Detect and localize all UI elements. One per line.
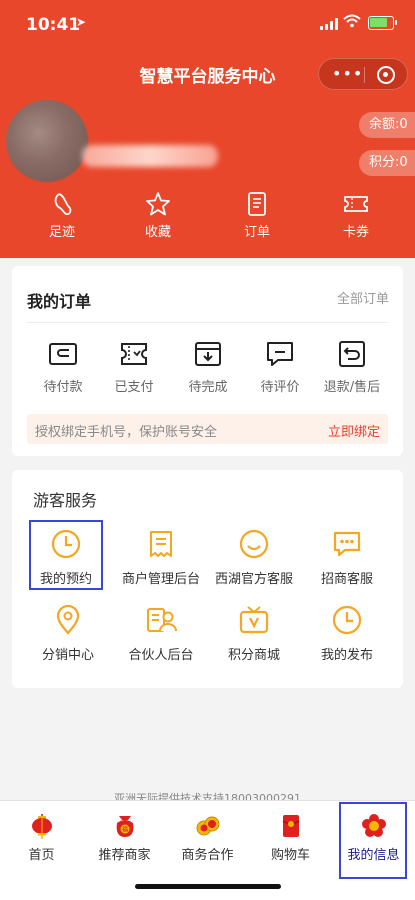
status-time: 10:41 <box>26 15 81 35</box>
coins-icon <box>196 816 219 836</box>
red-envelope-icon <box>282 815 299 837</box>
capsule-divider <box>364 67 365 83</box>
location-arrow-icon: ➤ <box>76 15 87 29</box>
receipt-icon <box>150 531 172 557</box>
quick-link-label: 足迹 <box>48 225 75 240</box>
service-label: 我的发布 <box>320 648 373 663</box>
username-blurred <box>82 145 218 167</box>
quick-link-favorites[interactable]: 收藏 <box>128 190 188 240</box>
svg-text:福: 福 <box>121 826 127 834</box>
avatar[interactable] <box>6 100 88 182</box>
quick-link-label: 订单 <box>243 225 270 240</box>
partner-icon <box>147 608 177 632</box>
tv-shop-icon <box>239 606 269 634</box>
service-partner-admin[interactable]: 合伙人后台 <box>113 604 209 663</box>
return-icon <box>339 341 365 367</box>
service-label: 合伙人后台 <box>128 648 194 663</box>
service-my-booking[interactable]: 我的预约 <box>18 528 114 587</box>
status-bar: 10:41 ➤ <box>0 0 415 48</box>
tab-home[interactable]: 首页 <box>0 813 83 863</box>
tab-business-cooperation[interactable]: 商务合作 <box>166 813 249 863</box>
lantern-icon <box>31 814 52 839</box>
lucky-bag-icon: 福 <box>116 816 133 837</box>
services-title: 游客服务 <box>33 491 98 510</box>
tab-recommended-merchants[interactable]: 福 推荐商家 <box>83 813 166 863</box>
ticket-icon <box>344 196 368 212</box>
bind-phone-banner: 授权绑定手机号，保护账号安全 立即绑定 <box>27 414 388 444</box>
points-badge[interactable]: 积分:0 <box>359 150 415 176</box>
profile-header: 10:41 ➤ 智慧平台服务中心 ••• 余额:0 积分:0 足迹 收藏 订单 … <box>0 0 415 258</box>
order-icon <box>248 192 266 216</box>
clock-icon <box>51 529 81 559</box>
order-status-label: 已支付 <box>114 380 154 395</box>
service-label: 西湖官方客服 <box>214 572 293 587</box>
tab-label: 商务合作 <box>181 848 234 863</box>
quick-link-label: 卡券 <box>342 225 369 240</box>
order-status-label: 待付款 <box>43 380 83 395</box>
order-status-label: 待评价 <box>260 380 300 395</box>
quick-link-orders[interactable]: 订单 <box>227 190 287 240</box>
service-investment-support[interactable]: 招商客服 <box>299 528 395 587</box>
orders-title: 我的订单 <box>27 292 92 311</box>
service-label: 我的预约 <box>39 572 92 587</box>
service-my-posts[interactable]: 我的发布 <box>299 604 395 663</box>
service-points-mall[interactable]: 积分商城 <box>206 604 302 663</box>
miniapp-capsule[interactable]: ••• <box>318 58 408 90</box>
footprint-icon <box>54 193 72 216</box>
star-icon <box>146 192 170 216</box>
wifi-icon <box>343 14 361 28</box>
service-label: 商户管理后台 <box>121 572 200 587</box>
order-status-label: 待完成 <box>188 380 228 395</box>
service-merchant-admin[interactable]: 商户管理后台 <box>113 528 209 587</box>
signal-icon <box>320 18 338 30</box>
highlight-box <box>339 802 407 879</box>
all-orders-link[interactable]: 全部订单 <box>337 288 389 307</box>
divider <box>27 322 388 323</box>
order-status-label: 退款/售后 <box>323 380 381 395</box>
clock-icon <box>332 605 362 635</box>
order-status-to-review[interactable]: 待评价 <box>244 338 316 395</box>
visitor-services-card: 游客服务 我的预约 商户管理后台 西湖官方客服 招商客服 分销中心 合伙人后台 … <box>12 470 403 688</box>
home-indicator <box>135 884 281 889</box>
order-status-paid[interactable]: 已支付 <box>98 338 170 395</box>
order-status-to-complete[interactable]: 待完成 <box>172 338 244 395</box>
smile-icon <box>239 529 269 559</box>
wallet-icon <box>49 343 77 365</box>
service-distribution-center[interactable]: 分销中心 <box>20 604 116 663</box>
more-dots-icon[interactable]: ••• <box>332 66 363 82</box>
balance-badge[interactable]: 余额:0 <box>359 112 415 138</box>
close-target-icon[interactable] <box>377 66 395 84</box>
service-label: 积分商城 <box>227 648 280 663</box>
service-westlake-support[interactable]: 西湖官方客服 <box>206 528 302 587</box>
quick-link-label: 收藏 <box>144 225 171 240</box>
order-status-refund[interactable]: 退款/售后 <box>316 338 388 395</box>
quick-link-footprint[interactable]: 足迹 <box>32 190 92 240</box>
bind-phone-tip: 授权绑定手机号，保护账号安全 <box>35 425 218 440</box>
service-label: 招商客服 <box>320 572 373 587</box>
battery-icon <box>368 16 397 30</box>
orders-card: 我的订单 全部订单 待付款 已支付 待完成 待评价 退款/售后 授权绑定手机号，… <box>12 266 403 456</box>
tab-label: 推荐商家 <box>98 848 151 863</box>
download-box-icon <box>195 342 221 366</box>
quick-link-coupons[interactable]: 卡券 <box>326 190 386 240</box>
order-status-pending-payment[interactable]: 待付款 <box>27 338 99 395</box>
paid-ticket-icon <box>121 343 147 365</box>
service-label: 分销中心 <box>41 648 94 663</box>
comment-icon <box>267 342 293 366</box>
chat-dots-icon <box>333 531 361 557</box>
tab-shopping-cart[interactable]: 购物车 <box>249 813 332 863</box>
location-icon <box>56 604 80 635</box>
tab-label: 购物车 <box>270 848 310 863</box>
bind-phone-button[interactable]: 立即绑定 <box>328 421 380 440</box>
tab-label: 首页 <box>28 848 55 863</box>
